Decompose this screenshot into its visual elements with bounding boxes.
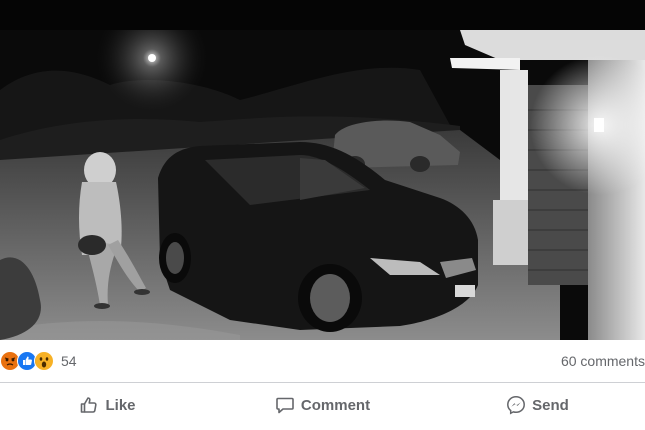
- security-camera-image: [0, 30, 645, 340]
- send-label: Send: [532, 396, 569, 414]
- like-label: Like: [105, 396, 136, 414]
- messenger-icon: [507, 396, 526, 415]
- reaction-count[interactable]: 54: [61, 353, 77, 369]
- comment-label: Comment: [300, 396, 371, 414]
- post-actions: Like Comment Send: [0, 383, 645, 427]
- comment-button[interactable]: Comment: [215, 383, 430, 427]
- like-button[interactable]: Like: [0, 383, 215, 427]
- post-photo[interactable]: [0, 30, 645, 340]
- send-button[interactable]: Send: [430, 383, 645, 427]
- thumbs-up-icon: [81, 397, 98, 413]
- photo-top-letterbox: [0, 0, 645, 30]
- comment-icon: [276, 397, 294, 414]
- post-stats: 54 60 comments: [0, 340, 645, 382]
- wow-icon: [34, 351, 54, 371]
- reaction-summary[interactable]: 54: [0, 351, 77, 371]
- comments-count[interactable]: 60 comments: [561, 353, 645, 369]
